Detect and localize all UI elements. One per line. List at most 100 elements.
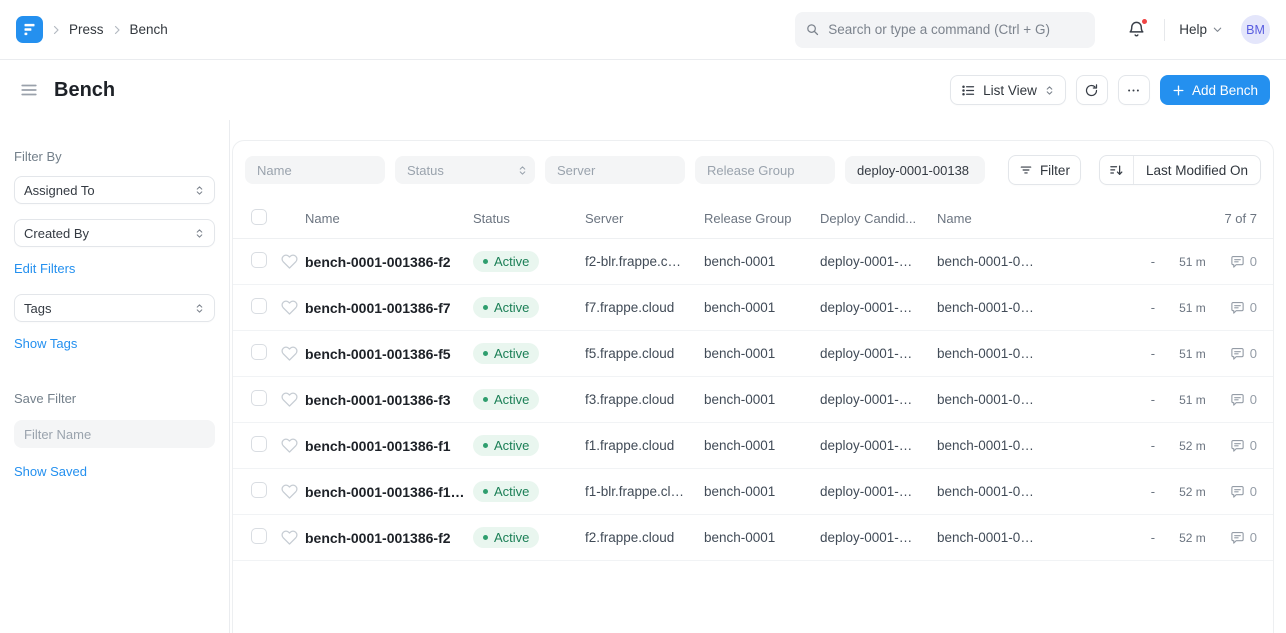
status-dot-icon — [483, 259, 488, 264]
release-group-cell: bench-0001 — [704, 300, 820, 315]
table-row[interactable]: bench-0001-001386-f3 Active f3.frappe.cl… — [233, 377, 1273, 423]
row-checkbox[interactable] — [251, 298, 267, 314]
content: Filter By Assigned To Created By Edit Fi… — [0, 120, 1286, 633]
avatar[interactable]: BM — [1241, 15, 1270, 44]
bench-name[interactable]: bench-0001-001386-f3 — [305, 392, 473, 408]
row-checkbox[interactable] — [251, 482, 267, 498]
favorite-heart-icon[interactable] — [281, 529, 305, 546]
filter-deploy-candidate-field[interactable] — [845, 156, 985, 184]
row-meta: - 51 m 0 — [1081, 254, 1257, 269]
show-tags-link[interactable]: Show Tags — [14, 336, 77, 351]
chevron-right-icon — [111, 24, 123, 36]
column-status[interactable]: Status — [473, 211, 585, 226]
nav-divider — [1164, 19, 1165, 41]
sidebar-toggle-button[interactable] — [16, 77, 42, 103]
column-release-group[interactable]: Release Group — [704, 211, 820, 226]
bench-name[interactable]: bench-0001-001386-f1 — [305, 438, 473, 454]
filter-server-field[interactable] — [545, 156, 685, 184]
page-title: Bench — [54, 79, 115, 102]
row-checkbox[interactable] — [251, 390, 267, 406]
add-bench-button[interactable]: Add Bench — [1160, 75, 1270, 105]
status-badge: Active — [473, 435, 539, 456]
favorite-heart-icon[interactable] — [281, 253, 305, 270]
tags-value: Tags — [24, 301, 51, 316]
comment-icon — [1230, 346, 1245, 361]
favorite-heart-icon[interactable] — [281, 345, 305, 362]
column-name2[interactable]: Name — [937, 211, 1081, 226]
show-saved-link[interactable]: Show Saved — [14, 464, 87, 479]
search-icon — [805, 22, 820, 37]
created-by-select[interactable]: Created By — [14, 219, 215, 247]
filter-name-input[interactable] — [14, 420, 215, 448]
tags-select[interactable]: Tags — [14, 294, 215, 322]
filter-status-field[interactable] — [395, 156, 535, 184]
modified-time: 52 m — [1179, 485, 1206, 499]
status-label: Active — [494, 254, 529, 269]
bench-name[interactable]: bench-0001-001386-f7 — [305, 300, 473, 316]
table-row[interactable]: bench-0001-001386-f2 Active f2-blr.frapp… — [233, 239, 1273, 285]
filter-name-field[interactable] — [245, 156, 385, 184]
filter-button[interactable]: Filter — [1008, 155, 1081, 185]
table-row[interactable]: bench-0001-001386-f2 Active f2.frappe.cl… — [233, 515, 1273, 561]
bench-name[interactable]: bench-0001-001386-f2 — [305, 254, 473, 270]
table-header: Name Status Server Release Group Deploy … — [233, 199, 1273, 239]
favorite-heart-icon[interactable] — [281, 391, 305, 408]
help-menu[interactable]: Help — [1179, 22, 1223, 37]
column-name[interactable]: Name — [305, 211, 473, 226]
chevron-down-icon — [1212, 24, 1223, 35]
name2-cell: bench-0001-0… — [937, 254, 1081, 269]
row-checkbox[interactable] — [251, 344, 267, 360]
notifications-button[interactable] — [1123, 16, 1150, 43]
row-checkbox[interactable] — [251, 436, 267, 452]
status-badge: Active — [473, 389, 539, 410]
command-search[interactable] — [795, 12, 1095, 48]
favorite-heart-icon[interactable] — [281, 483, 305, 500]
edit-filters-link[interactable]: Edit Filters — [14, 261, 75, 276]
table-row[interactable]: bench-0001-001386-f1… Active f1-blr.frap… — [233, 469, 1273, 515]
row-meta: - 51 m 0 — [1081, 392, 1257, 407]
status-badge: Active — [473, 481, 539, 502]
column-server[interactable]: Server — [585, 211, 704, 226]
release-group-cell: bench-0001 — [704, 346, 820, 361]
name2-cell: bench-0001-0… — [937, 530, 1081, 545]
search-input[interactable] — [828, 22, 1085, 37]
chevron-updown-icon — [1044, 85, 1055, 96]
filter-release-group-field[interactable] — [695, 156, 835, 184]
assigned-to-select[interactable]: Assigned To — [14, 176, 215, 204]
breadcrumb-bench[interactable]: Bench — [130, 22, 168, 37]
comments-cell: 0 — [1230, 300, 1257, 315]
modified-time: 51 m — [1179, 347, 1206, 361]
row-checkbox[interactable] — [251, 252, 267, 268]
comment-count: 0 — [1250, 484, 1257, 499]
comment-count: 0 — [1250, 300, 1257, 315]
bench-name[interactable]: bench-0001-001386-f2 — [305, 530, 473, 546]
server-cell: f1-blr.frappe.cl… — [585, 484, 704, 499]
favorite-heart-icon[interactable] — [281, 437, 305, 454]
bench-name[interactable]: bench-0001-001386-f1… — [305, 484, 473, 500]
column-deploy-candidate[interactable]: Deploy Candid... — [820, 211, 937, 226]
row-checkbox[interactable] — [251, 528, 267, 544]
refresh-button[interactable] — [1076, 75, 1108, 105]
sort-direction-button[interactable] — [1100, 156, 1134, 184]
breadcrumb-press[interactable]: Press — [69, 22, 104, 37]
view-switcher-button[interactable]: List View — [950, 75, 1066, 105]
comment-icon — [1230, 300, 1245, 315]
status-label: Active — [494, 346, 529, 361]
filter-status-input[interactable] — [395, 156, 535, 184]
more-options-button[interactable] — [1118, 75, 1150, 105]
deploy-candidate-cell: deploy-0001-… — [820, 300, 937, 315]
sort-field-button[interactable]: Last Modified On — [1134, 156, 1260, 184]
frappe-logo[interactable] — [16, 16, 43, 43]
top-navbar: Press Bench Help BM — [0, 0, 1286, 60]
status-dot-icon — [483, 535, 488, 540]
table-row[interactable]: bench-0001-001386-f1 Active f1.frappe.cl… — [233, 423, 1273, 469]
select-all-checkbox[interactable] — [251, 209, 267, 225]
comment-count: 0 — [1250, 438, 1257, 453]
favorite-heart-icon[interactable] — [281, 299, 305, 316]
table-row[interactable]: bench-0001-001386-f5 Active f5.frappe.cl… — [233, 331, 1273, 377]
list-panel: Filter Last Modified On — [232, 140, 1274, 633]
row-meta: - 51 m 0 — [1081, 300, 1257, 315]
table-row[interactable]: bench-0001-001386-f7 Active f7.frappe.cl… — [233, 285, 1273, 331]
status-badge: Active — [473, 343, 539, 364]
bench-name[interactable]: bench-0001-001386-f5 — [305, 346, 473, 362]
